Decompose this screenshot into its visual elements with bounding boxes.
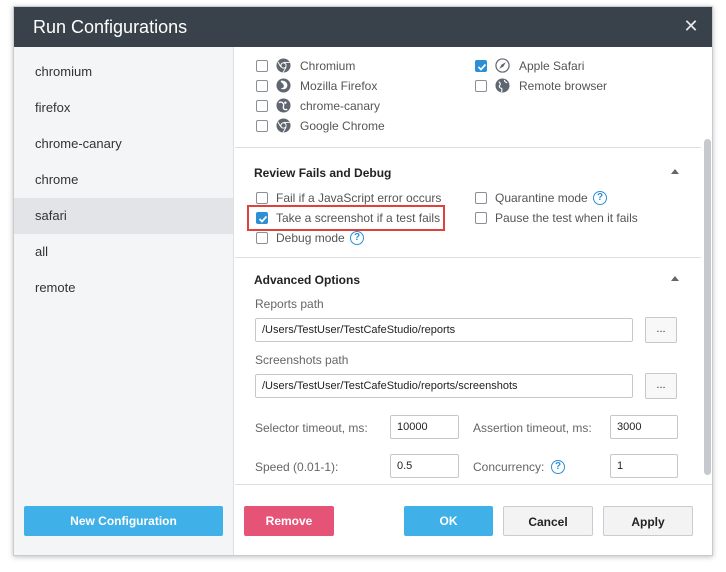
dialog-titlebar: Run Configurations ✕	[14, 7, 712, 47]
screenshots-path-browse-button[interactable]: ...	[645, 373, 677, 399]
cancel-button[interactable]: Cancel	[503, 506, 593, 536]
debug-help-icon[interactable]: ?	[350, 231, 364, 245]
sidebar-item-all[interactable]: all	[14, 234, 233, 270]
collapse-advanced-icon[interactable]	[671, 276, 679, 281]
reports-path-browse-button[interactable]: ...	[645, 317, 677, 343]
js-error-checkbox[interactable]	[256, 192, 268, 204]
quarantine-mode-checkbox[interactable]	[475, 192, 487, 204]
assertion-timeout-label: Assertion timeout, ms:	[473, 421, 592, 435]
browser-chrome-checkbox[interactable]	[256, 120, 268, 132]
screenshots-path-label: Screenshots path	[255, 353, 349, 367]
browser-chromium-label: Chromium	[300, 59, 356, 73]
browser-firefox-label: Mozilla Firefox	[300, 79, 378, 93]
browser-chromium-checkbox[interactable]	[256, 60, 268, 72]
sidebar-item-remote[interactable]: remote	[14, 270, 233, 306]
browser-remote-label: Remote browser	[519, 79, 608, 93]
safari-icon	[495, 58, 510, 73]
sidebar-item-chrome[interactable]: chrome	[14, 162, 233, 198]
section-divider	[235, 257, 707, 258]
advanced-section-title[interactable]: Advanced Options	[254, 273, 712, 287]
configuration-settings-panel: Chromium Mozilla Firefox chrome-canary G…	[235, 47, 712, 484]
browser-firefox-checkbox[interactable]	[256, 80, 268, 92]
speed-label: Speed (0.01-1):	[255, 460, 339, 474]
collapse-review-icon[interactable]	[671, 169, 679, 174]
js-error-label: Fail if a JavaScript error occurs	[276, 191, 442, 205]
pause-on-fail-label: Pause the test when it fails	[495, 211, 638, 225]
speed-input[interactable]: 0.5	[390, 454, 459, 478]
concurrency-help-icon[interactable]: ?	[551, 460, 565, 474]
screenshot-on-fail-label: Take a screenshot if a test fails	[276, 211, 441, 225]
settings-scrollbar[interactable]	[701, 47, 712, 484]
chromium-icon	[276, 58, 291, 73]
screenshot-on-fail-checkbox[interactable]	[256, 212, 268, 224]
dialog-title: Run Configurations	[33, 17, 188, 37]
quarantine-help-icon[interactable]: ?	[593, 191, 607, 205]
sidebar-item-firefox[interactable]: firefox	[14, 90, 233, 126]
reports-path-label: Reports path	[255, 297, 324, 311]
chrome-icon	[276, 118, 291, 133]
screenshots-path-input[interactable]: /Users/TestUser/TestCafeStudio/reports/s…	[255, 374, 633, 398]
browser-safari-label: Apple Safari	[519, 59, 585, 73]
selector-timeout-label: Selector timeout, ms:	[255, 421, 368, 435]
debug-mode-label: Debug mode	[276, 231, 345, 245]
sidebar-item-chrome-canary[interactable]: chrome-canary	[14, 126, 233, 162]
browser-chrome-canary-label: chrome-canary	[300, 99, 381, 113]
configurations-sidebar: chromium firefox chrome-canary chrome sa…	[14, 47, 234, 555]
browser-chrome-canary-checkbox[interactable]	[256, 100, 268, 112]
section-divider	[235, 147, 707, 148]
reports-path-input[interactable]: /Users/TestUser/TestCafeStudio/reports	[255, 318, 633, 342]
sidebar-item-chromium[interactable]: chromium	[14, 54, 233, 90]
browser-safari-checkbox[interactable]	[475, 60, 487, 72]
dialog-footer: Remove OK Cancel Apply	[235, 484, 712, 555]
browser-chrome-label: Google Chrome	[300, 119, 385, 133]
concurrency-label: Concurrency:	[473, 460, 545, 474]
remove-button[interactable]: Remove	[244, 506, 334, 536]
globe-icon	[495, 78, 510, 93]
apply-button[interactable]: Apply	[603, 506, 693, 536]
assertion-timeout-input[interactable]: 3000	[610, 415, 678, 439]
selector-timeout-input[interactable]: 10000	[390, 415, 459, 439]
review-section-title[interactable]: Review Fails and Debug	[254, 166, 712, 180]
pause-on-fail-checkbox[interactable]	[475, 212, 487, 224]
concurrency-input[interactable]: 1	[610, 454, 678, 478]
quarantine-mode-label: Quarantine mode	[495, 191, 588, 205]
debug-mode-checkbox[interactable]	[256, 232, 268, 244]
chrome-canary-icon	[276, 98, 291, 113]
ok-button[interactable]: OK	[404, 506, 493, 536]
run-configurations-dialog: Run Configurations ✕ chromium firefox ch…	[13, 6, 713, 556]
new-configuration-button[interactable]: New Configuration	[24, 506, 223, 536]
firefox-icon	[276, 78, 291, 93]
close-icon[interactable]: ✕	[682, 15, 700, 37]
browser-remote-checkbox[interactable]	[475, 80, 487, 92]
sidebar-item-safari[interactable]: safari	[14, 198, 233, 234]
scrollbar-thumb[interactable]	[704, 139, 711, 475]
